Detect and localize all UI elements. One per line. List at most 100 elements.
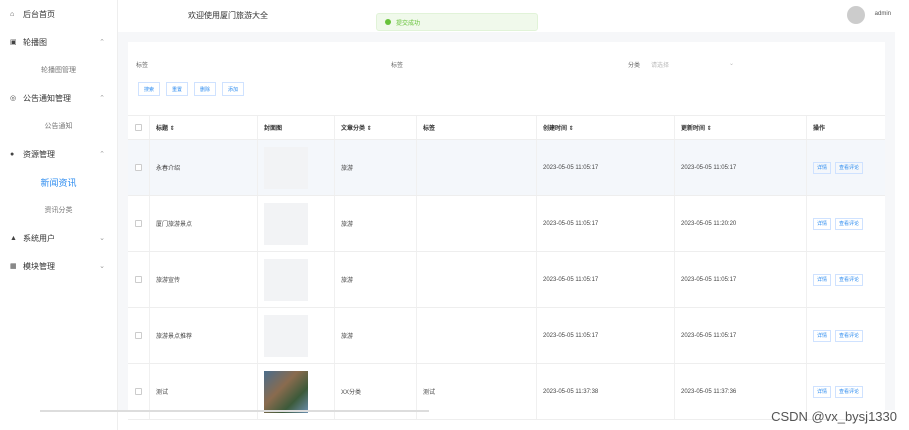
row-tag — [417, 140, 537, 195]
row-tag: 测试 — [417, 364, 537, 419]
add-button[interactable]: 添加 — [222, 82, 245, 96]
chevron-up-icon: ⌃ — [99, 151, 105, 158]
row-actions: 详情 查看评论 — [807, 252, 879, 307]
horizontal-scrollbar[interactable] — [40, 410, 429, 412]
table-row[interactable]: 永春介绍 旅游 2023-05-05 11:05:17 2023-05-05 1… — [128, 140, 885, 196]
content-panel: 标签 标签 分类 请选择 ⌄ 搜索 重置 删除 添加 标题 ⇕ 封面图 文章分类… — [128, 42, 885, 420]
detail-button[interactable]: 详情 — [813, 385, 832, 398]
category-label: 分类 — [628, 63, 641, 69]
table-header: 标题 ⇕ 封面图 文章分类 ⇕ 标签 创建时间 ⇕ 更新时间 ⇕ 操作 — [128, 115, 885, 140]
row-tag — [417, 196, 537, 251]
row-cover — [258, 196, 335, 251]
row-updated: 2023-05-05 11:05:17 — [675, 252, 807, 307]
detail-button[interactable]: 详情 — [813, 329, 832, 342]
header-created[interactable]: 创建时间 ⇕ — [537, 116, 675, 139]
row-checkbox[interactable] — [128, 196, 150, 251]
watermark: CSDN @vx_bysj1330 — [771, 409, 897, 424]
view-comments-button[interactable]: 查看评论 — [835, 217, 864, 230]
check-icon — [385, 19, 391, 25]
home-icon: ⌂ — [10, 10, 15, 18]
row-title: 旅游宣传 — [150, 252, 258, 307]
sidebar-item-carousel[interactable]: ▣ 轮播图 ⌃ — [0, 28, 117, 56]
sidebar-item-label: 后台首页 — [23, 9, 55, 19]
sidebar-item-users[interactable]: ▲ 系统用户 ⌄ — [0, 224, 117, 252]
row-tag — [417, 252, 537, 307]
action-buttons: 搜索 重置 删除 添加 — [138, 82, 245, 98]
sidebar-item-label: 模块管理 — [23, 261, 55, 271]
row-checkbox[interactable] — [128, 308, 150, 363]
search-label-tag2: 标签 — [391, 63, 404, 69]
header-updated[interactable]: 更新时间 ⇕ — [675, 116, 807, 139]
avatar[interactable] — [847, 6, 865, 24]
username[interactable]: admin — [875, 11, 891, 17]
sidebar-item-notice[interactable]: ◎ 公告通知管理 ⌃ — [0, 84, 117, 112]
sidebar-item-label: 系统用户 — [23, 233, 55, 243]
chevron-up-icon: ⌃ — [99, 95, 105, 102]
sidebar-sub-news-category[interactable]: 资讯分类 — [0, 196, 117, 224]
sidebar-sub-news[interactable]: 新闻资讯 — [0, 168, 117, 196]
header-checkbox[interactable] — [128, 116, 150, 139]
sidebar-item-label: 公告通知管理 — [23, 93, 71, 103]
chevron-up-icon: ⌃ — [99, 39, 105, 46]
row-actions: 详情 查看评论 — [807, 140, 879, 195]
row-category: 旅游 — [335, 140, 417, 195]
sidebar-item-resource[interactable]: ● 资源管理 ⌃ — [0, 140, 117, 168]
row-actions: 详情 查看评论 — [807, 196, 879, 251]
row-created: 2023-05-05 11:05:17 — [537, 140, 675, 195]
sidebar-item-label: 资源管理 — [23, 149, 55, 159]
sidebar-item-modules[interactable]: ▦ 模块管理 ⌄ — [0, 252, 117, 280]
row-checkbox[interactable] — [128, 140, 150, 195]
detail-button[interactable]: 详情 — [813, 161, 832, 174]
search-button[interactable]: 搜索 — [138, 82, 161, 96]
reset-button[interactable]: 重置 — [166, 82, 189, 96]
table-row[interactable]: 旅游景点推荐 旅游 2023-05-05 11:05:17 2023-05-05… — [128, 308, 885, 364]
row-updated: 2023-05-05 11:20:20 — [675, 196, 807, 251]
row-updated: 2023-05-05 11:05:17 — [675, 308, 807, 363]
detail-button[interactable]: 详情 — [813, 273, 832, 286]
main-content: 标签 标签 分类 请选择 ⌄ 搜索 重置 删除 添加 标题 ⇕ 封面图 文章分类… — [118, 32, 895, 420]
sidebar-item-home[interactable]: ⌂ 后台首页 — [0, 0, 117, 28]
detail-button[interactable]: 详情 — [813, 217, 832, 230]
bell-icon: ◎ — [10, 95, 17, 102]
row-checkbox[interactable] — [128, 252, 150, 307]
chevron-down-icon[interactable]: ⌄ — [729, 60, 734, 67]
row-created: 2023-05-05 11:05:17 — [537, 308, 675, 363]
view-comments-button[interactable]: 查看评论 — [835, 161, 864, 174]
user-icon: ▲ — [10, 234, 17, 242]
row-actions: 详情 查看评论 — [807, 308, 879, 363]
location-icon: ● — [10, 150, 15, 158]
search-label-tag: 标签 — [136, 63, 149, 69]
view-comments-button[interactable]: 查看评论 — [835, 385, 864, 398]
delete-button[interactable]: 删除 — [194, 82, 217, 96]
news-table: 标题 ⇕ 封面图 文章分类 ⇕ 标签 创建时间 ⇕ 更新时间 ⇕ 操作 永春介绍… — [128, 115, 885, 420]
view-comments-button[interactable]: 查看评论 — [835, 273, 864, 286]
table-row[interactable]: 旅游宣传 旅游 2023-05-05 11:05:17 2023-05-05 1… — [128, 252, 885, 308]
header-cover: 封面图 — [258, 116, 335, 139]
row-created: 2023-05-05 11:37:38 — [537, 364, 675, 419]
sidebar-sub-notice[interactable]: 公告通知 — [0, 112, 117, 140]
row-title: 厦门旅游景点 — [150, 196, 258, 251]
table-row[interactable]: 厦门旅游景点 旅游 2023-05-05 11:05:17 2023-05-05… — [128, 196, 885, 252]
chevron-down-icon: ⌄ — [99, 235, 105, 242]
sidebar-sub-carousel-mgmt[interactable]: 轮播图管理 — [0, 56, 117, 84]
row-cover — [258, 140, 335, 195]
header-actions: 操作 — [813, 126, 826, 132]
row-updated: 2023-05-05 11:05:17 — [675, 140, 807, 195]
toast-message: 提交成功 — [396, 20, 421, 27]
category-select[interactable]: 请选择 — [651, 60, 669, 69]
row-title: 旅游景点推荐 — [150, 308, 258, 363]
image-icon: ▣ — [10, 39, 17, 46]
view-comments-button[interactable]: 查看评论 — [835, 329, 864, 342]
row-created: 2023-05-05 11:05:17 — [537, 196, 675, 251]
header-tag: 标签 — [417, 116, 537, 139]
sidebar-item-label: 轮播图 — [23, 37, 47, 47]
success-toast: 提交成功 — [376, 13, 538, 31]
row-category: 旅游 — [335, 252, 417, 307]
header-title[interactable]: 标题 ⇕ — [150, 116, 258, 139]
row-category: 旅游 — [335, 196, 417, 251]
row-created: 2023-05-05 11:05:17 — [537, 252, 675, 307]
row-tag — [417, 308, 537, 363]
welcome-title: 欢迎使用厦门旅游大全 — [188, 11, 268, 20]
header-category[interactable]: 文章分类 ⇕ — [335, 116, 417, 139]
grid-icon: ▦ — [10, 263, 17, 270]
